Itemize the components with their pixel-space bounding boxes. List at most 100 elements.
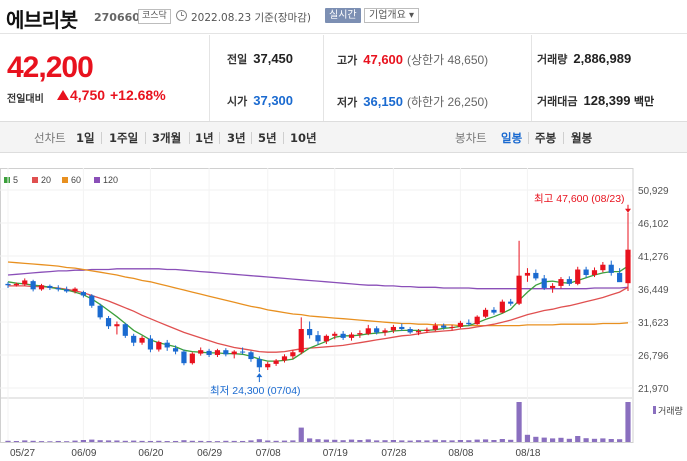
volume-bar xyxy=(575,436,581,442)
tab-candle-monthly[interactable]: 월봉 xyxy=(571,130,592,146)
tab-period-10y[interactable]: 10년 xyxy=(290,130,317,146)
x-tick-label: 07/08 xyxy=(256,448,281,459)
stock-header: 에브리봇 270660 코스닥 2022.08.23 기준(장마감) 실시간 기… xyxy=(0,0,687,34)
stock-name: 에브리봇 xyxy=(6,8,78,32)
chart-frame xyxy=(0,168,634,443)
candle-body xyxy=(55,287,61,290)
candle-body xyxy=(248,352,254,360)
candle-body xyxy=(273,360,279,364)
volume-bar xyxy=(214,441,221,442)
candle-chart-label: 봉차트 xyxy=(455,131,487,145)
candle-body xyxy=(5,283,11,286)
clock-icon xyxy=(176,10,187,21)
candle-body xyxy=(516,275,522,304)
price-chart[interactable]: 50,929 46,102 41,276 36,449 31,623 26,796 21,9… xyxy=(0,153,687,461)
stat-amount-value: 128,399 xyxy=(583,93,631,108)
candle-body xyxy=(265,363,271,368)
volume-bar xyxy=(231,440,237,442)
x-tick-label: 06/29 xyxy=(197,448,222,459)
company-info-dropdown[interactable]: 기업개요 ▾ xyxy=(364,8,419,23)
candle-body xyxy=(323,335,329,342)
tab-divider xyxy=(189,132,190,144)
candle-body xyxy=(382,330,388,333)
candle-body xyxy=(131,335,137,343)
tab-candle-weekly[interactable]: 주봉 xyxy=(535,130,556,146)
stats-divider xyxy=(323,35,324,121)
candle-body xyxy=(348,334,355,338)
volume-bar xyxy=(105,440,112,442)
volume-bar xyxy=(432,439,438,442)
high-arrow-icon xyxy=(625,208,631,213)
candle-body xyxy=(315,335,321,342)
y-tick-label: 26,796 xyxy=(638,351,669,362)
realtime-button[interactable]: 실시간 xyxy=(325,8,361,23)
volume-bar xyxy=(239,440,246,442)
volume-bar xyxy=(290,440,296,442)
stat-amount: 거래대금 128,399 백만 xyxy=(537,93,654,109)
tab-period-5y[interactable]: 5년 xyxy=(258,130,277,146)
candle-body xyxy=(281,356,288,361)
candle-body xyxy=(415,331,422,333)
quote-date-suffix: 기준(장마감) xyxy=(254,12,311,24)
volume-bar xyxy=(172,440,179,442)
volume-bar xyxy=(89,439,95,442)
candle-body xyxy=(189,353,195,364)
volume-bar xyxy=(491,440,497,442)
candle-body xyxy=(566,279,572,284)
y-tick-label: 31,623 xyxy=(638,318,669,329)
volume-bar xyxy=(189,440,195,442)
volume-bar xyxy=(281,440,288,442)
volume-bars xyxy=(5,402,631,442)
volume-bar xyxy=(5,440,11,442)
tab-divider xyxy=(283,132,284,144)
current-price: 42,200 xyxy=(7,51,94,84)
volume-bar xyxy=(22,440,28,442)
candle-body xyxy=(231,351,237,355)
volume-bar xyxy=(265,440,271,442)
candle-body xyxy=(290,352,296,357)
volume-bar xyxy=(374,440,380,442)
candle-body xyxy=(432,325,438,330)
tab-period-1d[interactable]: 1일 xyxy=(76,130,95,146)
tab-period-3m[interactable]: 3개월 xyxy=(152,130,181,146)
tab-period-3y[interactable]: 3년 xyxy=(227,130,246,146)
chart-tabs: 선차트 1일 1주일 3개월 1년 3년 5년 10년 봉차트 일봉 주봉 월봉 xyxy=(0,121,687,153)
up-triangle-icon xyxy=(57,90,69,100)
price-change-value: 4,750 xyxy=(70,87,106,103)
volume-bar xyxy=(348,439,355,442)
candle-body xyxy=(449,326,455,328)
candle-body xyxy=(214,350,221,355)
change-label: 전일대비 xyxy=(7,94,44,105)
volume-bar xyxy=(307,438,313,442)
volume-bar xyxy=(524,434,531,442)
low-annotation: 최저 24,300 (07/04) xyxy=(210,385,301,397)
y-tick-label: 41,276 xyxy=(638,252,669,263)
volume-bar xyxy=(13,441,19,442)
candle-body xyxy=(508,301,514,304)
volume-bar xyxy=(449,440,455,442)
stat-volume-label: 거래량 xyxy=(537,53,568,66)
tab-period-1w[interactable]: 1주일 xyxy=(109,130,138,146)
candle-body xyxy=(181,351,187,364)
candle-body xyxy=(122,324,128,336)
candle-body xyxy=(307,328,313,336)
tab-candle-daily[interactable]: 일봉 xyxy=(501,130,522,146)
candle-body xyxy=(298,328,304,353)
candle-body xyxy=(365,328,371,334)
candle-body xyxy=(30,281,36,290)
volume-bar xyxy=(390,440,397,442)
tab-divider xyxy=(563,132,564,144)
volume-bar xyxy=(55,440,61,442)
market-badge: 코스닥 xyxy=(138,9,171,24)
candle-body xyxy=(13,283,19,286)
volume-bar xyxy=(533,436,539,442)
volume-bar xyxy=(156,440,162,442)
volume-bar xyxy=(248,440,254,442)
candle-body xyxy=(499,301,505,313)
candle-body xyxy=(139,337,145,343)
volume-bar xyxy=(340,440,346,442)
volume-bar xyxy=(365,439,371,442)
volume-bar xyxy=(30,440,36,442)
tab-period-1y[interactable]: 1년 xyxy=(195,130,214,146)
candle-body xyxy=(72,288,78,292)
